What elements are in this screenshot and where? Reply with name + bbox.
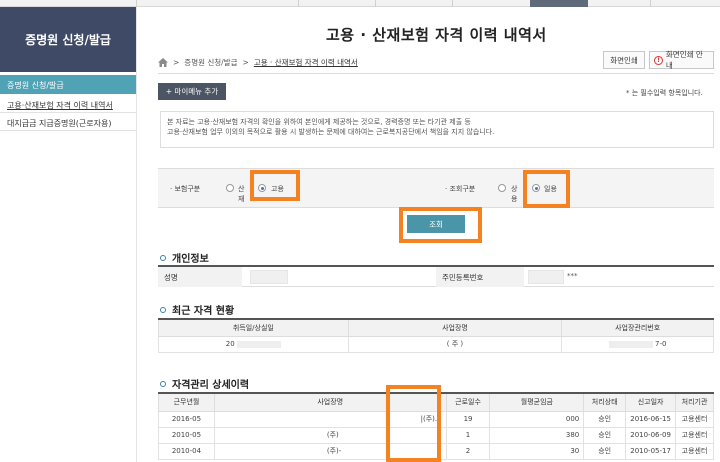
table-cell: 380: [489, 426, 585, 444]
radio-sanjae-label: 산재: [238, 185, 245, 203]
section-recent-title: 최근 자격 현황: [172, 306, 235, 317]
alert-icon: !: [654, 55, 663, 65]
table-cell: 1: [445, 426, 491, 444]
column-header: 근무년월: [158, 392, 215, 412]
print-guide-button[interactable]: ! 화면인쇄 안내: [649, 50, 714, 70]
section-bullet-icon: [160, 254, 166, 261]
rrn-label: 주민등록번호: [436, 267, 524, 287]
breadcrumb-current[interactable]: 고용 · 산재보험 자격 이력 내역서: [254, 57, 358, 68]
title-divider: [158, 73, 714, 74]
table-cell: 고용센터: [675, 410, 714, 428]
section-personal: 개인정보: [160, 250, 209, 265]
table-cell: 승인: [583, 410, 627, 428]
top-nav: [0, 0, 720, 7]
sidebar-divider: [136, 7, 137, 462]
table-cell: ( 주 ): [347, 335, 563, 353]
insurance-type-label: · 보험구분: [170, 185, 201, 193]
rrn-value-masked: [528, 270, 564, 284]
top-nav-tab[interactable]: [452, 0, 453, 7]
required-note: * 는 필수입력 항목입니다.: [626, 89, 703, 97]
top-nav-tab[interactable]: [136, 0, 137, 7]
column-header: 처리상태: [583, 392, 627, 412]
sidebar-section[interactable]: 증명원 신청/발급: [0, 75, 136, 94]
table-cell: 000: [489, 410, 585, 428]
table-cell: 30: [489, 442, 585, 460]
top-nav-tab[interactable]: [650, 0, 651, 7]
radio-sanjae[interactable]: [226, 184, 234, 192]
notice-line: 본 자료는 고용·산재보험 자격의 확인을 위하여 본인에게 제공하는 것으로,…: [167, 118, 471, 126]
table-cell: 고용센터: [675, 426, 714, 444]
table-cell: 2016-06-15: [625, 410, 677, 428]
top-nav-active-tab[interactable]: [530, 0, 588, 7]
table-cell: 20: [158, 335, 349, 353]
breadcrumb: > 증명원 신청/발급 > 고용 · 산재보험 자격 이력 내역서: [158, 57, 358, 68]
table-cell: 19: [445, 410, 491, 428]
table-cell: 2010-04: [158, 442, 215, 460]
table-header-row: 취득일/상실일 사업장명 사업장관리번호: [158, 318, 714, 337]
section-bullet-icon: [160, 306, 166, 313]
sidebar-item-qualification-history[interactable]: 고용·산재보험 자격 이력 내역서: [0, 96, 136, 113]
page-title: 고용 · 산재보험 자격 이력 내역서: [326, 26, 547, 44]
column-header: 근로일수: [445, 392, 491, 412]
table-cell: 2010-06-09: [625, 426, 677, 444]
sidebar-title: 증명원 신청/발급: [0, 7, 136, 72]
print-screen-button[interactable]: 화면인쇄: [603, 51, 645, 69]
column-header: 사업장명: [347, 318, 563, 337]
name-value: [250, 270, 288, 284]
section-personal-title: 개인정보: [172, 254, 209, 265]
sidebar-item-payment-certificate[interactable]: 대지급금 지급증명원(근로자용): [0, 114, 136, 131]
highlight-box: [250, 170, 300, 201]
search-button[interactable]: 조회: [407, 215, 465, 233]
rrn-value: ***: [567, 272, 578, 280]
query-type-label: · 조회구분: [445, 185, 476, 193]
section-recent: 최근 자격 현황: [160, 302, 234, 317]
table-cell: 고용센터: [675, 442, 714, 460]
radio-sangyong[interactable]: [498, 184, 506, 192]
recent-status-table: 취득일/상실일 사업장명 사업장관리번호 20 ( 주 ) 7-0: [158, 318, 714, 353]
table-cell: 2: [445, 442, 491, 460]
table-cell: 승인: [583, 442, 627, 460]
section-history: 자격관리 상세이력: [160, 376, 249, 391]
notice-box: 본 자료는 고용·산재보험 자격의 확인을 위하여 본인에게 제공하는 것으로,…: [160, 111, 714, 148]
breadcrumb-separator: >: [173, 58, 180, 67]
top-nav-tab[interactable]: [375, 0, 376, 7]
table-cell: 2010-05: [158, 426, 215, 444]
breadcrumb-separator: >: [242, 58, 249, 67]
column-header: 신고일자: [625, 392, 677, 412]
highlight-box: [386, 385, 441, 462]
column-header: 월평균임금: [489, 392, 585, 412]
notice-line: 고용·산재보험 업무 이외의 목적으로 활용 시 발생하는 문제에 대하여는 근…: [167, 128, 495, 136]
column-header: 사업장관리번호: [561, 318, 714, 337]
search-options: · 보험구분 산재 고용 · 조회구분 상용 일용: [158, 168, 714, 208]
table-cell: 2010-05-17: [625, 442, 677, 460]
section-bullet-icon: [160, 380, 166, 387]
column-header: 취득일/상실일: [158, 318, 349, 337]
add-my-menu-button[interactable]: + 마이메뉴 추가: [158, 83, 226, 100]
table-cell: 2016-05: [158, 410, 215, 428]
name-label: 성명: [158, 267, 242, 287]
column-header: 처리기관: [675, 392, 714, 412]
table-cell: 승인: [583, 426, 627, 444]
section-history-title: 자격관리 상세이력: [172, 380, 250, 391]
home-icon[interactable]: [158, 58, 168, 67]
table-cell: 7-0: [561, 335, 714, 353]
print-guide-label: 화면인쇄 안내: [665, 50, 703, 70]
table-row: 20 ( 주 ) 7-0: [158, 335, 714, 353]
radio-sangyong-label: 상용: [511, 185, 518, 203]
personal-info-row: 성명 주민등록번호 ***: [158, 265, 714, 287]
breadcrumb-item[interactable]: 증명원 신청/발급: [184, 57, 237, 68]
highlight-box: [523, 170, 570, 208]
top-nav-tab[interactable]: [298, 0, 299, 7]
